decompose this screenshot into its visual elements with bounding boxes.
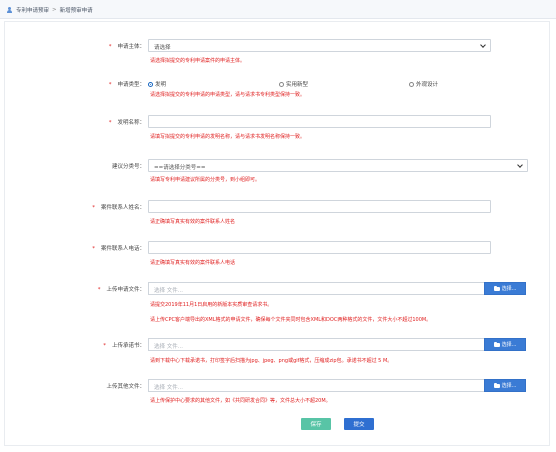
applicant-select[interactable]: 请选择 — [148, 39, 491, 52]
radio-invention[interactable]: 发明 — [148, 80, 166, 88]
radio-dot[interactable] — [279, 81, 284, 87]
apply-type-hint: 请选择拟提交的专利申请的申请类型，请与请求书专利类型保持一致。 — [150, 92, 306, 98]
application-form: * 申请主体： 请选择 请选择拟提交的专利申请案件的申请主体。 * 申请类型： 发明… — [4, 21, 550, 446]
folder-open-icon — [493, 341, 500, 347]
commitment-hint: 请到下载中心下载承诺书，打印签字后扫描为jpg、jpeg、png或gif格式，压… — [150, 358, 393, 364]
other-file-browse-button[interactable]: 选择... — [484, 379, 526, 392]
save-button[interactable]: 保存 — [301, 418, 331, 430]
contact-phone-input[interactable] — [148, 241, 491, 254]
folder-open-icon — [493, 382, 500, 388]
classification-hint: 请填写专利申请建议所属的分类号，到小组即可。 — [150, 177, 261, 183]
breadcrumb-bar: 专利申请预审 > 新增预审申请 — [0, 0, 556, 19]
invention-name-input[interactable] — [148, 115, 491, 128]
radio-dot[interactable] — [409, 81, 414, 87]
radio-design[interactable]: 外观设计 — [409, 80, 438, 88]
user-icon — [6, 6, 13, 14]
radio-dot[interactable] — [148, 81, 153, 87]
contact-phone-label: * 案件联系人电话： — [92, 246, 145, 252]
apply-file-hint-2: 请上传CPC客户端导出的XML格式的申请文件，确保每个文件夹同时包含XML和DO… — [150, 317, 432, 323]
other-file-label: 上传其他文件： — [106, 384, 145, 390]
contact-name-label: * 案件联系人姓名： — [92, 205, 145, 211]
breadcrumb-current: 新增预审申请 — [59, 8, 93, 14]
apply-file-input[interactable]: 选择 文件... — [148, 282, 484, 295]
radio-utility-model[interactable]: 实用新型 — [279, 80, 308, 88]
breadcrumb-root[interactable]: 专利申请预审 — [16, 6, 49, 14]
commitment-browse-button[interactable]: 选择... — [484, 338, 526, 351]
classification-select[interactable]: ==请选择分类号== — [148, 159, 528, 172]
contact-phone-hint: 请正确填写真实有效的案件联系人电话 — [150, 260, 236, 266]
chevron-down-icon — [480, 42, 486, 48]
classification-label: 建议分类号： — [111, 164, 145, 170]
apply-type-label: * 申请类型： — [108, 82, 145, 88]
apply-file-hint-1: 请提交2019年11月1日启用的新版本实质审查请求书。 — [150, 302, 273, 308]
chevron-down-icon — [517, 162, 523, 168]
commitment-file-input[interactable]: 选择 文件... — [148, 338, 484, 351]
applicant-label: * 申请主体： — [108, 44, 145, 50]
breadcrumb-separator: > — [52, 7, 57, 13]
contact-name-hint: 请正确填写真实有效的案件联系人姓名 — [150, 219, 236, 225]
commitment-label: * 上传承诺书： — [103, 343, 145, 349]
apply-file-label: * 上传申请文件： — [97, 287, 145, 293]
contact-name-input[interactable] — [148, 200, 491, 213]
invention-name-hint: 请填写拟提交的专利申请的发明名称，请与请求书发明名称保持一致。 — [150, 134, 306, 140]
invention-name-label: * 发明名称： — [108, 120, 145, 126]
folder-open-icon — [493, 285, 500, 291]
submit-button[interactable]: 提交 — [344, 418, 374, 430]
other-file-hint: 请上传保护中心要求的其他文件，如《共同研发合同》等，文件总大小不超20M。 — [150, 398, 331, 404]
breadcrumb: 专利申请预审 > 新增预审申请 — [6, 6, 93, 14]
apply-file-browse-button[interactable]: 选择... — [484, 282, 526, 295]
applicant-hint: 请选择拟提交的专利申请案件的申请主体。 — [150, 58, 246, 64]
other-file-input[interactable]: 选择 文件... — [148, 379, 484, 392]
